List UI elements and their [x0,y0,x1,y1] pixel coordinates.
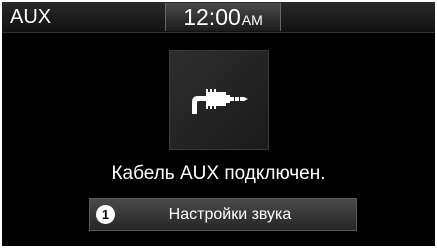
sound-settings-label: Настройки звука [168,206,292,223]
button-number-badge: 1 [96,205,115,224]
connection-message: Кабель AUX подключен. [111,163,326,184]
status-bar: AUX 12:00AM [2,2,435,33]
sound-settings-button[interactable]: 1 Настройки звука [89,198,357,231]
aux-screen: AUX 12:00AM Кабель AUX подключен. 1 Наст… [2,2,435,246]
mode-label: AUX [10,6,52,28]
aux-cable-icon-tile [169,50,269,150]
aux-cable-icon [192,89,248,114]
clock-ampm: AM [241,12,263,28]
clock-time: 12:00 [183,4,241,30]
clock[interactable]: 12:00AM [165,3,281,31]
